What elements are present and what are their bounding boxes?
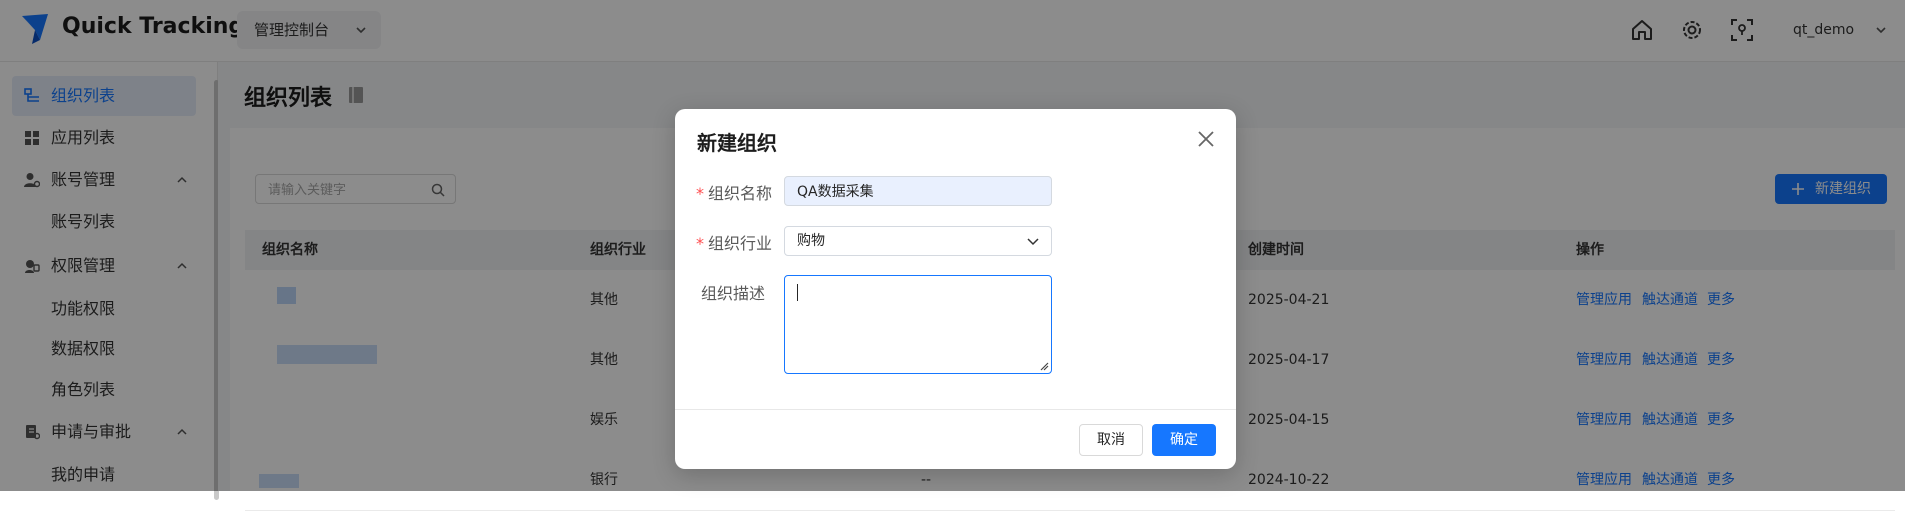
org-desc-textarea[interactable] [784,275,1052,374]
modal-title: 新建组织 [697,131,777,155]
new-org-modal: 新建组织 *组织名称 *组织行业 购物 组织描述 取消 确定 [675,109,1236,469]
cancel-button[interactable]: 取消 [1079,424,1143,456]
required-mark: * [696,234,704,253]
org-desc-label: 组织描述 [701,284,766,303]
required-mark: * [696,184,704,203]
modal-divider [675,409,1236,410]
resize-grip-icon[interactable] [1039,361,1049,371]
close-icon[interactable] [1196,129,1216,149]
confirm-button[interactable]: 确定 [1152,424,1216,456]
org-name-input[interactable] [784,176,1052,206]
org-industry-label: * 组织行业 [696,234,773,253]
text-caret [797,284,798,301]
chevron-down-icon [1027,238,1039,246]
org-name-label: * 组织名称 [696,184,773,203]
org-industry-value: 购物 [797,233,825,249]
org-industry-select[interactable]: 购物 [784,226,1052,256]
